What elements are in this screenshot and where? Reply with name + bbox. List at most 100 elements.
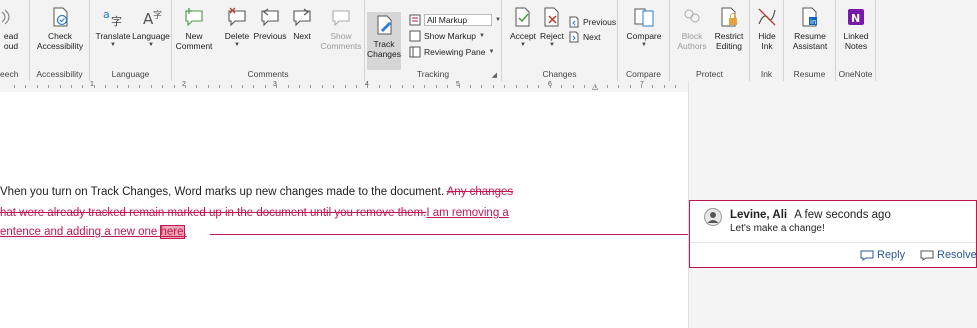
new-comment-icon — [185, 8, 203, 27]
check-accessibility-label-2: Accessibility — [36, 41, 84, 51]
ruler-tick — [459, 85, 460, 88]
ruler-tick — [48, 85, 49, 88]
block-authors-button[interactable]: Block Authors — [674, 6, 710, 51]
group-accessibility: Check Accessibility Accessibility — [30, 0, 90, 81]
ruler-tick — [538, 85, 539, 88]
group-tracking: Track Changes All Markup ▼ Show Markup ▼… — [365, 0, 502, 81]
compare-button[interactable]: Compare ▼ — [622, 6, 666, 49]
show-markup-dropdown-icon: ▼ — [478, 33, 485, 39]
previous-comment-button[interactable]: Previous — [252, 6, 288, 41]
group-label-ink: Ink — [760, 69, 773, 79]
show-comments-button[interactable]: Show Comments — [320, 6, 362, 51]
group-language: a字 Translate ▼ A字 Language ▼ Language — [90, 0, 172, 81]
resolve-icon — [920, 250, 934, 261]
reviewing-pane-label: Reviewing Pane — [424, 47, 486, 57]
accept-icon — [515, 7, 530, 27]
group-label-compare: Compare — [626, 69, 661, 79]
ruler-tick — [105, 85, 106, 88]
ruler-tick — [162, 85, 163, 88]
linked-notes-button[interactable]: N Linked Notes — [840, 6, 872, 51]
resume-assistant-button[interactable]: in Resume Assistant — [788, 6, 832, 51]
deleted-text: Any changes — [446, 186, 514, 198]
track-changes-label-2: Changes — [366, 49, 402, 59]
next-comment-icon — [293, 8, 311, 27]
check-accessibility-label: Check — [47, 31, 73, 41]
document-line-3[interactable]: entence and adding a new one here. — [0, 225, 187, 239]
reviewing-pane-dropdown-icon: ▼ — [488, 49, 495, 55]
ruler-tick — [584, 85, 585, 88]
new-comment-label-2: Comment — [175, 41, 213, 51]
reply-label: Reply — [877, 249, 906, 261]
resolve-button[interactable]: Resolve — [920, 249, 977, 261]
ruler-tick — [379, 85, 380, 88]
read-aloud-button[interactable]: ead oud — [0, 6, 22, 51]
ruler-tick — [367, 85, 368, 88]
comment-balloon[interactable]: Levine, Ali A few seconds ago Let's make… — [689, 200, 977, 268]
inserted-text: entence and adding a new one — [0, 226, 161, 238]
hide-ink-icon — [758, 8, 776, 26]
ruler-tick — [607, 85, 608, 88]
ruler-tick — [185, 85, 186, 88]
next-change-button[interactable]: Next — [568, 31, 600, 43]
reply-button[interactable]: Reply — [860, 249, 905, 261]
language-button[interactable]: A字 Language ▼ — [132, 6, 170, 49]
show-markup-button[interactable]: Show Markup ▼ — [409, 30, 485, 42]
commented-text[interactable]: here — [159, 225, 185, 239]
group-speech: ead oud eech — [0, 0, 30, 81]
inserted-text: I am removing a — [426, 207, 509, 219]
previous-change-icon — [569, 16, 579, 28]
reject-button[interactable]: Reject ▼ — [538, 6, 566, 49]
resume-assistant-icon: in — [802, 7, 817, 27]
ruler-tick — [652, 85, 653, 88]
previous-change-button[interactable]: Previous — [568, 16, 616, 28]
group-label-onenote: OneNote — [838, 69, 873, 79]
reject-icon — [544, 7, 559, 27]
delete-comment-button[interactable]: Delete ▼ — [222, 6, 252, 49]
deleted-text: hat were already tracked remain marked u… — [0, 207, 427, 219]
svg-text:N: N — [851, 12, 860, 25]
translate-button[interactable]: a字 Translate ▼ — [94, 6, 132, 49]
delete-comment-icon — [228, 7, 246, 27]
ruler-tick — [424, 85, 425, 88]
ruler-tick — [504, 85, 505, 88]
document-line-1[interactable]: Vhen you turn on Track Changes, Word mar… — [0, 186, 513, 198]
comment-divider — [690, 242, 976, 243]
hide-ink-label: Hide — [758, 31, 776, 41]
reviewing-pane-button[interactable]: Reviewing Pane ▼ — [409, 46, 494, 58]
accept-button[interactable]: Accept ▼ — [508, 6, 538, 49]
check-accessibility-button[interactable]: Check Accessibility — [35, 6, 85, 51]
svg-text:字: 字 — [111, 14, 122, 28]
language-icon: A字 — [143, 9, 162, 28]
markup-dropdown-icon: ▼ — [495, 17, 501, 23]
next-change-icon — [569, 31, 579, 43]
tracking-dialog-launcher-icon[interactable]: ◢ — [492, 71, 497, 79]
next-comment-button[interactable]: Next — [288, 6, 316, 41]
track-changes-button[interactable]: Track Changes — [367, 12, 401, 70]
compare-icon — [634, 8, 654, 27]
hide-ink-button[interactable]: Hide Ink — [754, 6, 780, 51]
translate-icon: a字 — [103, 8, 122, 28]
ruler-tick — [231, 85, 232, 88]
resolve-label: Resolve — [937, 249, 977, 261]
markup-select[interactable]: All Markup ▼ — [409, 14, 501, 26]
ruler-tick — [37, 85, 38, 88]
document-line-2[interactable]: hat were already tracked remain marked u… — [0, 207, 509, 219]
show-markup-icon — [409, 30, 421, 42]
block-authors-icon — [684, 9, 700, 23]
restrict-editing-button[interactable]: Restrict Editing — [710, 6, 748, 51]
compare-label: Compare — [626, 31, 662, 41]
ruler-tick — [333, 85, 334, 88]
ruler-tick — [470, 85, 471, 88]
ruler-tick — [196, 85, 197, 88]
read-aloud-label: ead — [3, 31, 19, 41]
ruler-tick — [664, 85, 665, 88]
group-ink: Hide Ink Ink — [750, 0, 784, 81]
ribbon: ead oud eech Check Accessibility Accessi… — [0, 0, 977, 82]
ruler-tick — [117, 85, 118, 88]
ruler-tick — [139, 85, 140, 88]
document-page[interactable]: Vhen you turn on Track Changes, Word mar… — [0, 92, 688, 328]
new-comment-button[interactable]: New Comment — [176, 6, 212, 51]
comment-text[interactable]: Let's make a change! — [730, 223, 825, 234]
svg-text:a: a — [103, 8, 110, 21]
show-comments-label: Show — [330, 31, 352, 41]
